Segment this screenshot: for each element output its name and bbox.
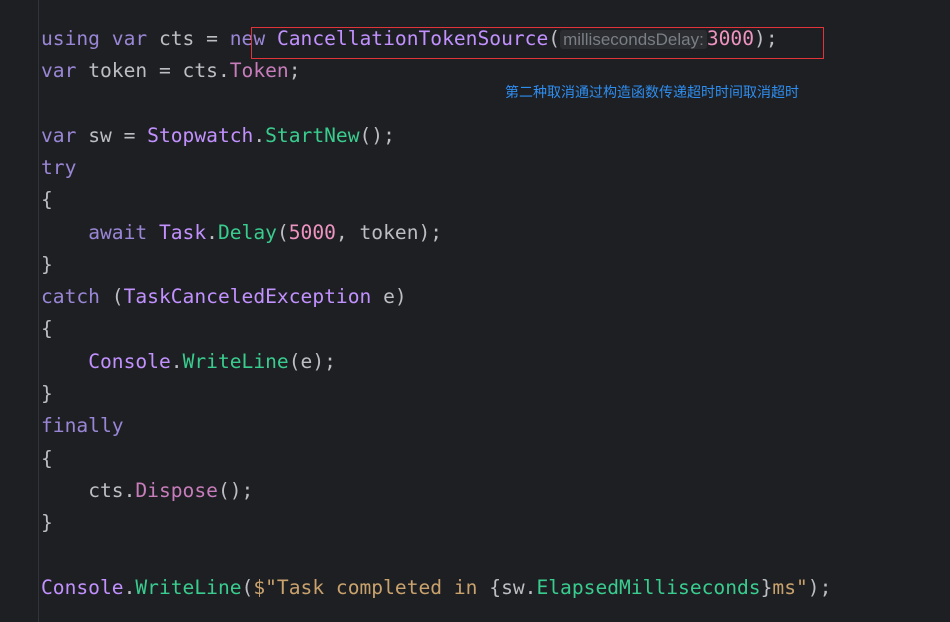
keyword-var: var xyxy=(41,59,77,82)
type-name: TaskCanceledException xyxy=(123,285,372,308)
dot: . xyxy=(170,350,183,373)
keyword-var: var xyxy=(111,27,148,50)
variable-name: cts xyxy=(158,27,195,50)
string-literal-end: ms" xyxy=(772,576,808,599)
dot: . xyxy=(206,221,218,244)
dot: . xyxy=(123,576,136,599)
open-brace: { xyxy=(41,188,53,211)
type-name: Stopwatch xyxy=(147,124,254,147)
paren: ( xyxy=(276,221,289,244)
code-line-3[interactable]: var sw = Stopwatch.StartNew(); xyxy=(41,121,395,151)
statement-end: ); xyxy=(807,576,832,599)
close-brace: } xyxy=(41,511,53,534)
keyword-catch: catch xyxy=(41,285,100,308)
arguments-rest: (e); xyxy=(288,350,336,373)
code-line-2[interactable]: var token = cts.Token; xyxy=(41,56,301,86)
type-name: Console xyxy=(88,350,171,373)
type-name: Task xyxy=(158,221,207,244)
close-brace: } xyxy=(41,253,53,276)
object-ref: sw. xyxy=(501,576,537,599)
interpolation-close: } xyxy=(760,576,773,599)
type-name: Console xyxy=(41,576,124,599)
code-line-14[interactable]: cts.Dispose(); xyxy=(41,476,253,506)
operator: = xyxy=(206,27,218,50)
close-brace: } xyxy=(41,382,53,405)
method-name: WriteLine xyxy=(135,576,242,599)
keyword-using: using xyxy=(41,27,100,50)
annotation-note: 第二种取消通过构造函数传递超时时间取消超时 xyxy=(505,85,799,101)
code-line-12[interactable]: finally xyxy=(41,411,124,441)
code-line-5[interactable]: { xyxy=(41,185,53,215)
paren: ( xyxy=(111,285,124,308)
code-line-7[interactable]: } xyxy=(41,250,53,280)
code-line-10[interactable]: Console.WriteLine(e); xyxy=(41,347,336,377)
code-line-8[interactable]: catch (TaskCanceledException e) xyxy=(41,282,407,312)
paren: ( xyxy=(241,576,254,599)
statement-end: ; xyxy=(288,59,301,82)
method-name: StartNew xyxy=(265,124,360,147)
method-name: WriteLine xyxy=(182,350,289,373)
code-line-9[interactable]: { xyxy=(41,314,53,344)
keyword-var: var xyxy=(41,124,77,147)
open-brace: { xyxy=(41,447,53,470)
code-line-11[interactable]: } xyxy=(41,379,53,409)
variable-assign: token = cts. xyxy=(88,59,230,82)
statement-end: (); xyxy=(359,124,395,147)
number-literal: 5000 xyxy=(288,221,336,244)
open-brace: { xyxy=(41,317,53,340)
code-line-13[interactable]: { xyxy=(41,444,53,474)
highlight-box xyxy=(251,27,824,59)
object-ref: cts. xyxy=(88,479,136,502)
arguments-rest: , token); xyxy=(335,221,443,244)
string-literal-start: $"Task completed in xyxy=(253,576,490,599)
code-line-15[interactable]: } xyxy=(41,508,53,538)
code-line-6[interactable]: await Task.Delay(5000, token); xyxy=(41,218,442,248)
catch-variable: e) xyxy=(383,285,407,308)
code-line-4[interactable]: try xyxy=(41,153,76,183)
method-name: Dispose xyxy=(135,479,218,502)
keyword-await: await xyxy=(88,221,148,244)
interpolation-open: { xyxy=(489,576,502,599)
property-name: ElapsedMilliseconds xyxy=(536,576,761,599)
dot: . xyxy=(253,124,266,147)
variable-assign: sw = xyxy=(88,124,136,147)
code-editor[interactable]: using var cts = new CancellationTokenSou… xyxy=(0,0,950,622)
method-name: Delay xyxy=(217,221,277,244)
code-line-16[interactable]: Console.WriteLine($"Task completed in {s… xyxy=(41,573,831,603)
arguments-rest: (); xyxy=(217,479,254,502)
indent-guide xyxy=(38,0,39,622)
keyword-finally: finally xyxy=(41,414,124,437)
property-name: Token xyxy=(229,59,289,82)
keyword-try: try xyxy=(41,156,77,179)
